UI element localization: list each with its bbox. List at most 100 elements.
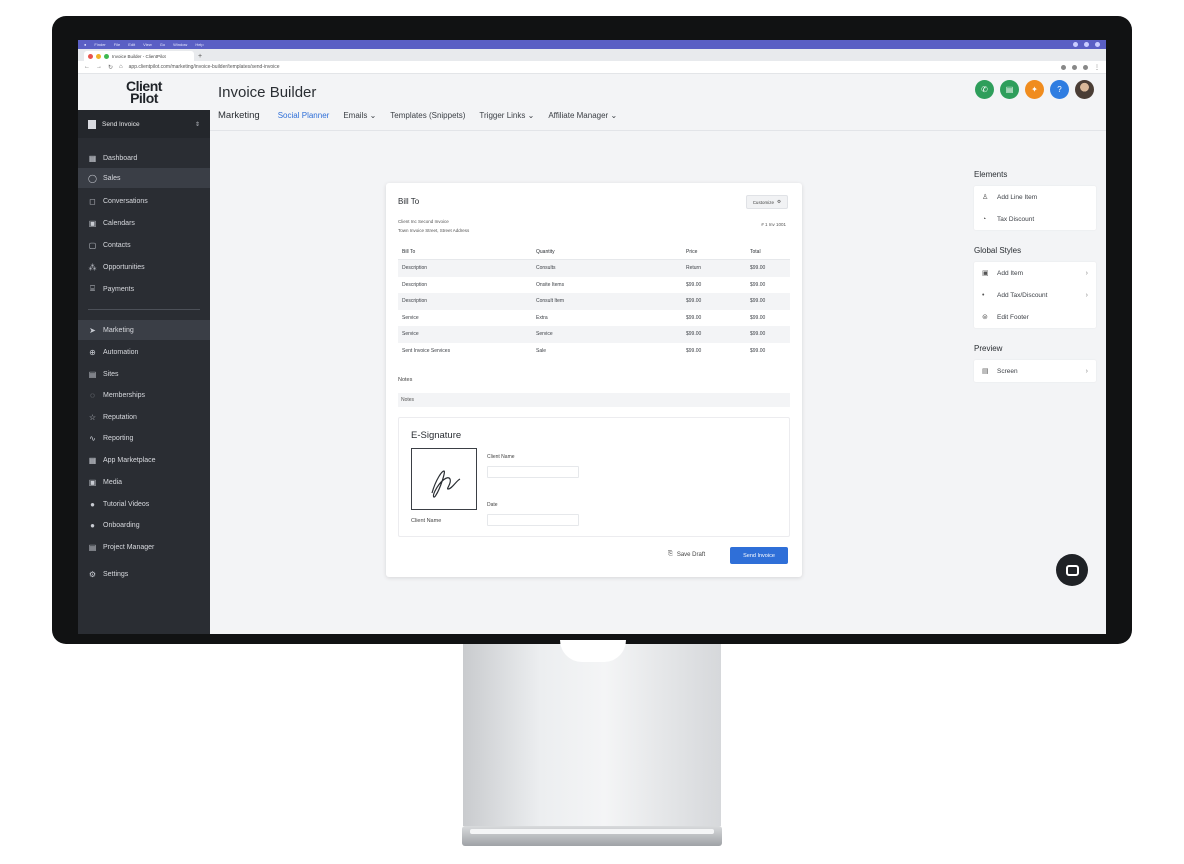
opportunities-icon: ⁂ bbox=[88, 262, 97, 272]
wifi-icon[interactable] bbox=[1073, 42, 1078, 47]
sidebar-item-sales[interactable]: ◯ Sales bbox=[78, 168, 210, 188]
elements-panel: ♙ Add Line Item ◔ Tax Discount bbox=[974, 186, 1096, 230]
send-invoice-button[interactable]: Send Invoice bbox=[730, 547, 788, 564]
sidebar-item-contacts[interactable]: ▢ Contacts bbox=[78, 235, 210, 255]
extension-icon[interactable] bbox=[1061, 64, 1066, 70]
global-styles-heading: Global Styles bbox=[974, 246, 1022, 255]
os-menu-go[interactable]: Go bbox=[160, 42, 165, 47]
signature-pad[interactable] bbox=[411, 448, 477, 510]
preview-panel: ▤ Screen › bbox=[974, 360, 1096, 382]
table-row[interactable]: Description Consults Return $99.00 bbox=[398, 260, 790, 277]
profile-icon[interactable] bbox=[1083, 64, 1088, 70]
date-input[interactable] bbox=[487, 514, 579, 526]
preview-screen-button[interactable]: ▤ Screen › bbox=[974, 360, 1096, 382]
sidebar-item-dashboard[interactable]: ▦ Dashboard bbox=[78, 148, 210, 168]
client-name-input[interactable] bbox=[487, 466, 579, 478]
edit-footer-button[interactable]: ⊜ Edit Footer bbox=[974, 306, 1096, 328]
gear-icon: ⚙ bbox=[776, 199, 781, 204]
chevron-down-icon: ⌄ bbox=[527, 111, 535, 120]
sidebar-item-marketing[interactable]: ➤ Marketing bbox=[78, 320, 210, 340]
table-row[interactable]: Service Service $99.00 $99.00 bbox=[398, 326, 790, 343]
reload-icon[interactable]: ↻ bbox=[108, 64, 113, 71]
elements-heading: Elements bbox=[974, 170, 1008, 179]
sidebar-item-reputation[interactable]: ☆ Reputation bbox=[78, 407, 210, 427]
close-dot-icon[interactable] bbox=[88, 53, 93, 59]
browser-menu-icon[interactable]: ⋮ bbox=[1094, 64, 1100, 71]
sales-icon: ◯ bbox=[88, 173, 97, 183]
help-icon[interactable]: ? bbox=[1050, 80, 1069, 99]
sidebar-item-app-marketplace[interactable]: ▦ App Marketplace bbox=[78, 450, 210, 470]
browser-tab[interactable]: Invoice Builder - ClientPilot bbox=[84, 51, 194, 61]
maximize-dot-icon[interactable] bbox=[104, 53, 109, 59]
subnav-affiliate-manager[interactable]: Affiliate Manager ⌄ bbox=[548, 111, 617, 120]
sidebar-item-conversations[interactable]: ◻ Conversations bbox=[78, 191, 210, 211]
sidebar-item-reporting[interactable]: ∿ Reporting bbox=[78, 428, 210, 448]
sidebar: Send Invoice ⇕ ▦ Dashboard ◯ Sales ◻ Conver… bbox=[78, 110, 210, 634]
conversations-icon: ◻ bbox=[89, 196, 96, 206]
table-row[interactable]: Service Extra $99.00 $99.00 bbox=[398, 310, 790, 327]
logo[interactable]: Client Pilot bbox=[78, 74, 210, 110]
table-row[interactable]: Description Onsite Items $99.00 $99.00 bbox=[398, 277, 790, 294]
avatar[interactable] bbox=[1075, 80, 1094, 99]
bookmark-icon[interactable] bbox=[1072, 64, 1077, 70]
sidebar-item-settings[interactable]: ⚙ Settings bbox=[78, 564, 210, 584]
tax-icon: ◔ bbox=[982, 215, 987, 223]
sidebar-item-calendars[interactable]: ▣ Calendars bbox=[78, 213, 210, 233]
sidebar-item-memberships[interactable]: ◌ Memberships bbox=[78, 385, 210, 405]
minimize-dot-icon[interactable] bbox=[96, 53, 101, 59]
subnav-trigger-links[interactable]: Trigger Links ⌄ bbox=[479, 111, 534, 120]
sidebar-item-sites[interactable]: ▤ Sites bbox=[78, 364, 210, 384]
save-draft-button[interactable]: ⎘ Save Draft bbox=[668, 551, 705, 558]
os-menu-file[interactable]: File bbox=[114, 42, 120, 47]
sidebar-item-media[interactable]: ▣ Media bbox=[78, 472, 210, 492]
customize-button[interactable]: Customize ⚙ bbox=[745, 195, 788, 209]
battery-icon[interactable] bbox=[1084, 42, 1089, 47]
new-tab-icon[interactable]: + bbox=[198, 53, 202, 60]
url-input[interactable]: app.clientpilot.com/marketing/invoice-bu… bbox=[129, 64, 1055, 70]
dashboard-icon: ▦ bbox=[88, 153, 97, 163]
os-menu-help[interactable]: Help bbox=[195, 42, 203, 47]
control-center-icon[interactable] bbox=[1095, 42, 1100, 47]
os-menu-edit[interactable]: Edit bbox=[128, 42, 135, 47]
os-menu-view[interactable]: View bbox=[143, 42, 152, 47]
back-icon[interactable]: ← bbox=[84, 64, 90, 70]
subnav-emails[interactable]: Emails ⌄ bbox=[343, 111, 376, 120]
add-tax-discount-button[interactable]: • Add Tax/Discount › bbox=[974, 284, 1096, 306]
phone-icon[interactable]: ✆ bbox=[975, 80, 994, 99]
sidebar-item-opportunities[interactable]: ⁂ Opportunities bbox=[78, 257, 210, 277]
sidebar-item-payments[interactable]: ⌸ Payments bbox=[78, 279, 210, 299]
bill-to-address: Town Invoice Street, Street Address bbox=[398, 228, 470, 233]
os-menu-finder[interactable]: Finder bbox=[94, 42, 105, 47]
tax-discount-button[interactable]: ◔ Tax Discount bbox=[974, 208, 1096, 230]
add-item-button[interactable]: ▣ Add Item › bbox=[974, 262, 1096, 284]
apple-icon[interactable]: ● bbox=[84, 42, 86, 47]
videos-icon: ● bbox=[90, 499, 95, 509]
marketing-subnav: Marketing Social Planner Emails ⌄ Templa… bbox=[218, 110, 617, 121]
subnav-templates[interactable]: Templates (Snippets) bbox=[390, 111, 465, 120]
location-switcher[interactable]: Send Invoice ⇕ bbox=[78, 110, 210, 138]
os-menu-window[interactable]: Window bbox=[173, 42, 187, 47]
chevron-down-icon: ⌄ bbox=[369, 111, 377, 120]
sidebar-divider bbox=[88, 309, 200, 310]
subnav-social-planner[interactable]: Social Planner bbox=[278, 111, 330, 120]
notes-field[interactable]: Notes bbox=[398, 393, 790, 407]
sidebar-item-automation[interactable]: ⊕ Automation bbox=[78, 342, 210, 362]
sidebar-item-project-manager[interactable]: ▤ Project Manager bbox=[78, 537, 210, 557]
add-line-item-button[interactable]: ♙ Add Line Item bbox=[974, 186, 1096, 208]
messages-icon[interactable]: ▤ bbox=[1000, 80, 1019, 99]
chat-icon bbox=[1065, 564, 1079, 576]
home-icon[interactable]: ⌂ bbox=[119, 64, 123, 70]
sidebar-item-tutorial-videos[interactable]: ● Tutorial Videos bbox=[78, 494, 210, 514]
save-icon: ⎘ bbox=[668, 551, 673, 557]
sidebar-item-onboarding[interactable]: ● Onboarding bbox=[78, 515, 210, 535]
table-row[interactable]: Sent Invoice Services Sale $99.00 $99.00 bbox=[398, 343, 790, 360]
add-item-icon: ▣ bbox=[982, 270, 989, 277]
table-row[interactable]: Description Consult Item $99.00 $99.00 bbox=[398, 293, 790, 310]
bill-to-name: Client Inc Second Invoice bbox=[398, 219, 449, 224]
notification-icon[interactable]: ✦ bbox=[1025, 80, 1044, 99]
forward-icon[interactable]: → bbox=[96, 64, 102, 70]
client-name-label: Client Name bbox=[487, 454, 515, 460]
chevron-right-icon: › bbox=[1085, 291, 1088, 299]
chat-widget-button[interactable] bbox=[1056, 554, 1088, 586]
preview-heading: Preview bbox=[974, 344, 1003, 353]
